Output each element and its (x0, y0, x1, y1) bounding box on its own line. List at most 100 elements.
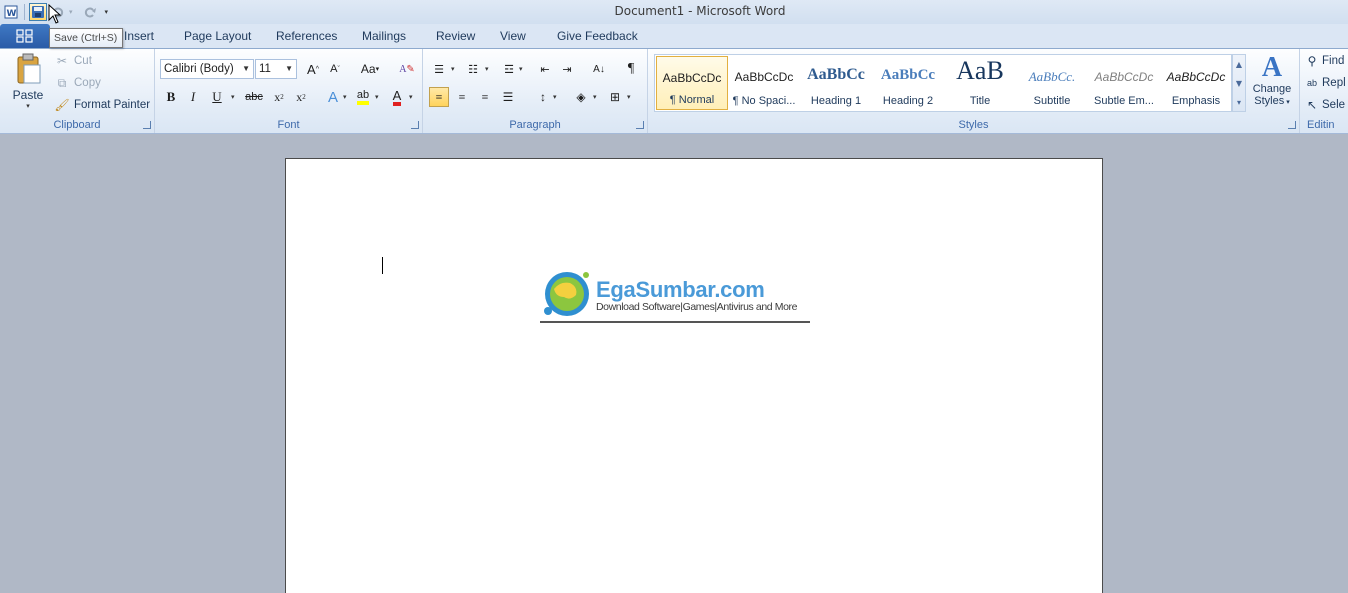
shading-dropdown-icon[interactable]: ▾ (593, 93, 597, 101)
decrease-indent-icon[interactable]: ⇤ (535, 59, 555, 79)
multilevel-dropdown-icon[interactable]: ▾ (519, 65, 523, 73)
ribbon: Paste ▾ ✂ Cut ⧉ Copy 🖌 Format Painter Cl… (0, 48, 1348, 134)
paste-icon (17, 53, 41, 84)
window-title: Document1 - Microsoft Word (614, 4, 786, 18)
numbering-icon[interactable]: ☷ (463, 59, 483, 79)
change-styles-button[interactable]: A Change Styles ▾ (1250, 53, 1294, 117)
borders-icon[interactable]: ⊞ (605, 87, 625, 107)
subscript-icon[interactable]: x2 (269, 87, 289, 107)
multilevel-list-icon[interactable]: ☲ (499, 59, 519, 79)
style-sample: AaBbCc (807, 66, 865, 83)
style-heading-2[interactable]: AaBbCc Heading 2 (872, 56, 944, 110)
change-case-button[interactable]: Aa ▾ (357, 59, 383, 79)
scroll-up-icon[interactable]: ▲ (1233, 55, 1245, 74)
style-subtitle[interactable]: AaBbCc. Subtitle (1016, 56, 1088, 110)
find-button[interactable]: ⚲ Find (1306, 51, 1345, 71)
tab-review[interactable]: Review (436, 29, 475, 43)
tab-view[interactable]: View (500, 29, 526, 43)
shrink-font-icon[interactable]: Aˇ (325, 59, 345, 79)
text-effects-dropdown-icon[interactable]: ▾ (343, 93, 347, 101)
paste-dropdown-icon[interactable]: ▾ (8, 102, 48, 110)
select-button[interactable]: ↖ Sele (1306, 95, 1345, 115)
copy-button[interactable]: ⧉ Copy (54, 73, 101, 93)
tab-references[interactable]: References (276, 29, 337, 43)
chevron-down-icon[interactable]: ▼ (242, 60, 250, 78)
bullets-dropdown-icon[interactable]: ▾ (451, 65, 455, 73)
style-no-spacing[interactable]: AaBbCcDc ¶ No Spaci... (728, 56, 800, 110)
clear-formatting-icon[interactable]: A ✎ (397, 59, 417, 79)
file-tab[interactable] (0, 24, 50, 48)
logo-tagline: Download Software|Games|Antivirus and Mo… (596, 301, 798, 313)
select-cursor-icon: ↖ (1306, 98, 1318, 112)
align-right-icon[interactable]: ≡ (475, 87, 495, 107)
paste-button[interactable]: Paste ▾ (8, 53, 48, 115)
clipboard-launcher-icon[interactable] (143, 121, 151, 129)
style-normal[interactable]: AaBbCcDc ¶ Normal (656, 56, 728, 110)
style-title[interactable]: AaB Title (944, 56, 1016, 110)
font-group-label: Font (277, 119, 300, 131)
underline-button[interactable]: U (207, 87, 227, 107)
tab-give-feedback[interactable]: Give Feedback (557, 29, 638, 43)
replace-button[interactable]: ab Repl (1306, 73, 1346, 93)
tab-mailings[interactable]: Mailings (362, 29, 406, 43)
format-painter-button[interactable]: 🖌 Format Painter (54, 95, 150, 115)
styles-launcher-icon[interactable] (1288, 121, 1296, 129)
strikethrough-button[interactable]: abc (241, 87, 267, 107)
change-case-label: Aa (360, 62, 376, 76)
underline-dropdown-icon[interactable]: ▾ (231, 93, 235, 101)
copy-label: Copy (74, 77, 101, 89)
tab-page-layout[interactable]: Page Layout (184, 29, 251, 43)
font-name-combo[interactable]: Calibri (Body) ▼ (160, 59, 254, 79)
font-color-icon[interactable]: A (387, 87, 407, 107)
logo-underline (540, 321, 810, 323)
font-group: Calibri (Body) ▼ 11 ▼ A ^ Aˇ Aa ▾ A ✎ B I U… (155, 49, 423, 133)
sort-icon[interactable]: A↓ (589, 59, 609, 79)
grow-font-icon[interactable]: A ^ (303, 59, 323, 79)
style-name: ¶ No Spaci... (732, 95, 796, 107)
style-name: ¶ Normal (669, 94, 715, 106)
style-sample: AaB (956, 56, 1004, 85)
clipboard-group: Paste ▾ ✂ Cut ⧉ Copy 🖌 Format Painter Cl… (0, 49, 155, 133)
increase-indent-icon[interactable]: ⇥ (557, 59, 577, 79)
text-effects-icon[interactable]: A (323, 87, 343, 107)
paste-label: Paste (12, 88, 44, 102)
numbering-dropdown-icon[interactable]: ▾ (485, 65, 489, 73)
align-left-icon[interactable]: ≡ (429, 87, 449, 107)
italic-button[interactable]: I (183, 87, 203, 107)
copy-icon: ⧉ (57, 75, 67, 90)
superscript-icon[interactable]: x2 (291, 87, 311, 107)
styles-gallery: AaBbCcDc ¶ Normal AaBbCcDc ¶ No Spaci...… (654, 54, 1232, 112)
style-sample: AaBbCc. (1028, 69, 1076, 84)
show-formatting-marks-icon[interactable]: ¶ (621, 59, 641, 79)
file-menu-icon (16, 29, 33, 43)
style-name: Heading 2 (882, 95, 934, 107)
style-subtle-emphasis[interactable]: AaBbCcDc Subtle Em... (1088, 56, 1160, 110)
highlight-color-icon[interactable]: ab (353, 87, 373, 107)
font-color-dropdown-icon[interactable]: ▾ (409, 93, 413, 101)
editing-group: ⚲ Find ab Repl ↖ Sele Editin (1300, 49, 1348, 133)
globe-icon (544, 272, 589, 316)
justify-icon[interactable]: ☰ (498, 87, 518, 107)
egasumbar-logo[interactable]: EgaSumbar.com Download Software|Games|An… (540, 267, 810, 327)
tab-insert[interactable]: Insert (124, 29, 154, 43)
highlight-dropdown-icon[interactable]: ▾ (375, 93, 379, 101)
paragraph-launcher-icon[interactable] (636, 121, 644, 129)
font-size-combo[interactable]: 11 ▼ (255, 59, 297, 79)
line-spacing-dropdown-icon[interactable]: ▾ (553, 93, 557, 101)
style-emphasis[interactable]: AaBbCcDc Emphasis (1160, 56, 1232, 110)
bullets-icon[interactable]: ☰ (429, 59, 449, 79)
line-spacing-icon[interactable]: ↕ (533, 87, 553, 107)
font-size-value: 11 (259, 63, 271, 75)
cut-button[interactable]: ✂ Cut (54, 51, 92, 71)
bold-button[interactable]: B (161, 87, 181, 107)
gallery-more-icon[interactable]: ▾ (1233, 93, 1245, 112)
style-heading-1[interactable]: AaBbCc Heading 1 (800, 56, 872, 110)
borders-dropdown-icon[interactable]: ▾ (627, 93, 631, 101)
font-launcher-icon[interactable] (411, 121, 419, 129)
scroll-down-icon[interactable]: ▼ (1233, 74, 1245, 93)
styles-group-label: Styles (958, 119, 989, 131)
document-page[interactable]: EgaSumbar.com Download Software|Games|An… (285, 158, 1103, 593)
shading-icon[interactable]: ◈ (571, 87, 591, 107)
chevron-down-icon[interactable]: ▼ (285, 60, 293, 78)
align-center-icon[interactable]: ≡ (452, 87, 472, 107)
